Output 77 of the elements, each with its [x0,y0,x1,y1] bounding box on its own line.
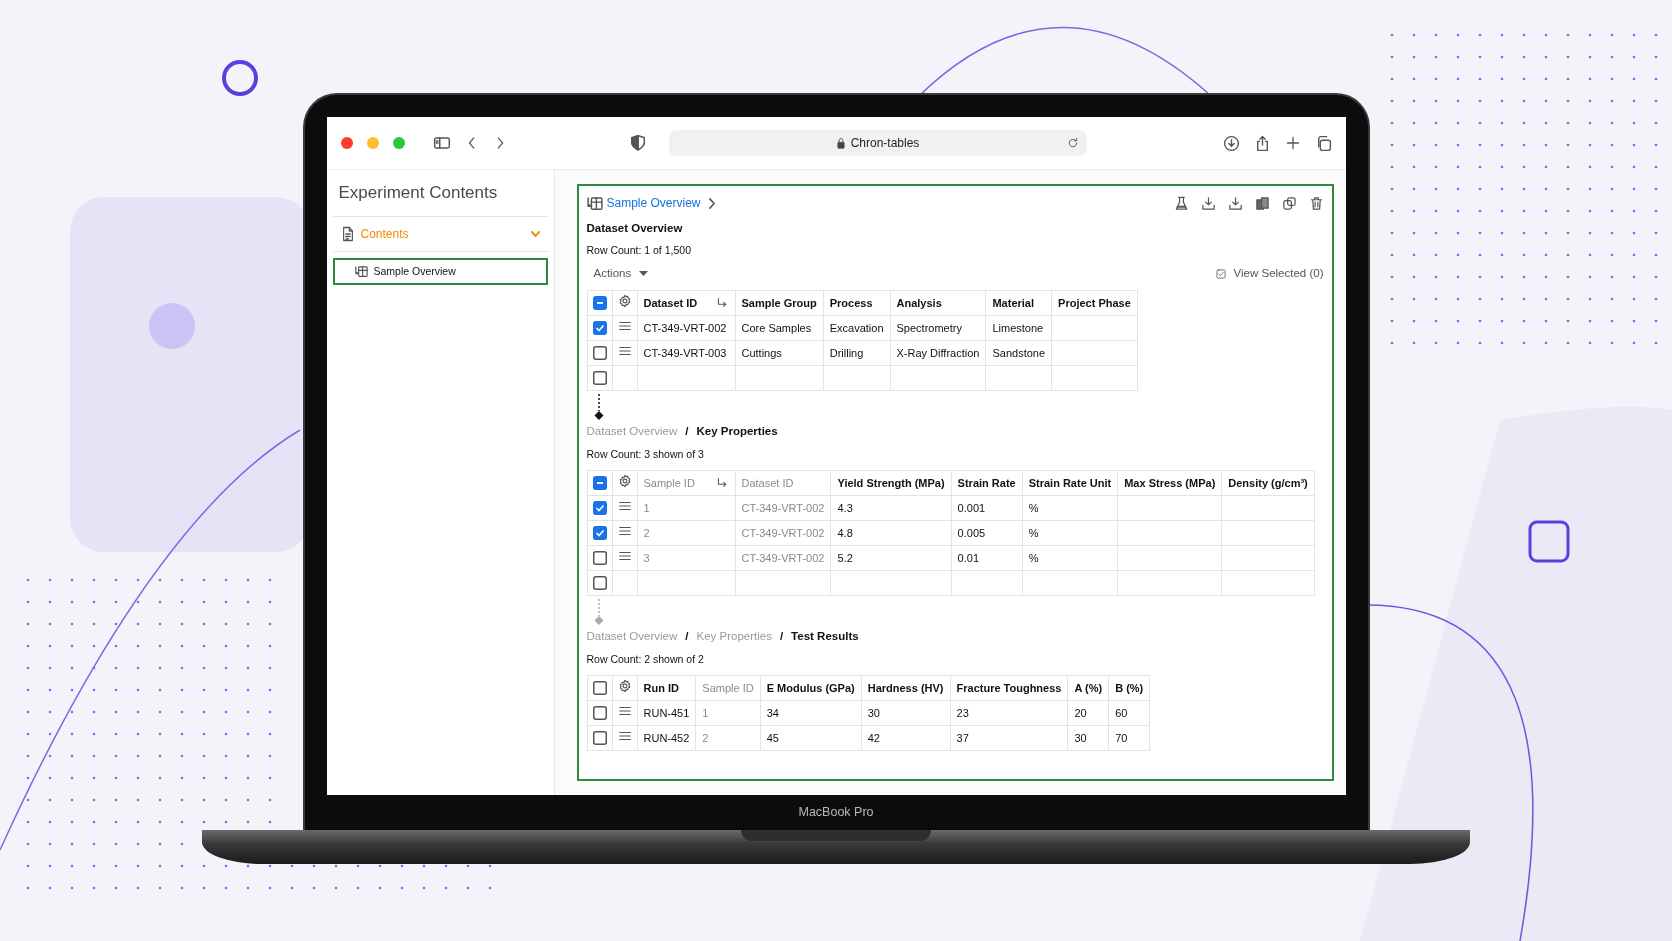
table-cell: 70 [1108,725,1150,751]
panel-title-link[interactable]: Sample Overview [606,194,701,212]
column-header[interactable]: Process [823,290,890,316]
table-cell: CT-349-VRT-002 [735,520,831,546]
table-cell: 45 [760,725,862,751]
row-count: Row Count: 1 of 1,500 [586,243,692,259]
table-cell: 2 [695,725,761,751]
table-cell: CT-349-VRT-002 [735,495,831,521]
table-cell: 1 [637,495,735,521]
table-cell: 42 [861,725,950,751]
table-cell: X-Ray Diffraction [890,340,986,366]
table-cell: 23 [950,700,1068,726]
column-header[interactable]: Sample ID [695,675,761,701]
table-cell: 37 [950,725,1068,751]
actions-dropdown[interactable]: Actions [593,265,649,283]
table-cell: % [1022,495,1118,521]
table-cell: 30 [1067,725,1109,751]
column-header[interactable]: Sample Group [735,290,824,316]
column-header[interactable]: Project Phase [1051,290,1138,316]
breadcrumb-separator: / [779,630,784,643]
table-cell: CT-349-VRT-002 [637,315,735,341]
table-cell: CT-349-VRT-002 [735,545,831,571]
table-cell: 4.3 [830,495,952,521]
table-cell: 0.001 [951,495,1023,521]
table-cell: % [1022,520,1118,546]
column-header[interactable]: Max Stress (MPa) [1117,470,1222,496]
table-cell: 30 [861,700,950,726]
column-header[interactable]: Material [985,290,1052,316]
breadcrumb-separator: / [685,630,689,643]
column-header[interactable]: E Modulus (GPa) [760,675,862,701]
table-cell: 4.8 [830,520,952,546]
table-cell: 60 [1108,700,1150,726]
table-cell: 0.005 [951,520,1023,546]
table-cell: 20 [1067,700,1109,726]
table-cell: % [1022,545,1118,571]
sidebar-item[interactable]: Sample Overview [332,257,548,286]
table-cell: Core Samples [735,315,824,341]
address-bar[interactable]: Chron-tables [668,130,1087,156]
breadcrumb-separator: / [685,425,689,438]
laptop-label: MacBook Pro [798,804,874,822]
table-cell: Excavation [823,315,890,341]
column-header[interactable]: Dataset ID [735,470,831,496]
column-header[interactable]: Analysis [890,290,986,316]
table-cell: 0.01 [951,545,1023,571]
table-cell: RUN-451 [637,700,696,726]
column-header[interactable]: Strain Rate [951,470,1023,496]
table-cell: 3 [637,545,735,571]
table-cell: 1 [695,700,761,726]
sidebar-title: Experiment Contents [332,180,548,217]
breadcrumb-current: Test Results [791,630,859,643]
section-label: Contents [360,225,410,243]
table-cell: RUN-452 [637,725,696,751]
table-cell: Drilling [823,340,890,366]
table-cell: 2 [637,520,735,546]
table-cell: 5.2 [830,545,952,571]
column-header[interactable]: B (%) [1108,675,1150,701]
column-header[interactable]: Density (g/cm³) [1221,470,1315,496]
row-count: Row Count: 2 shown of 2 [586,651,705,667]
column-header[interactable]: Sample ID [637,470,735,496]
table-cell: 34 [760,700,862,726]
column-header[interactable]: Hardness (HV) [861,675,950,701]
table-cell: Sandstone [985,340,1052,366]
breadcrumb-current: Key Properties [696,425,778,438]
table-cell: Spectrometry [890,315,986,341]
column-header[interactable]: A (%) [1067,675,1109,701]
column-header[interactable]: Yield Strength (MPa) [830,470,952,496]
url-text: Chron-tables [850,135,920,152]
column-header[interactable]: Run ID [637,675,696,701]
column-header[interactable]: Dataset ID [637,290,735,316]
view-selected-toggle[interactable]: View Selected (0) [1215,265,1324,283]
column-header[interactable]: Strain Rate Unit [1022,470,1118,496]
row-count: Row Count: 3 shown of 3 [586,446,705,462]
column-header[interactable]: Fracture Toughness [950,675,1068,701]
table-cell: Limestone [985,315,1052,341]
table-cell: CT-349-VRT-003 [637,340,735,366]
breadcrumb-current: Dataset Overview [586,222,683,234]
table-cell: Cuttings [735,340,824,366]
